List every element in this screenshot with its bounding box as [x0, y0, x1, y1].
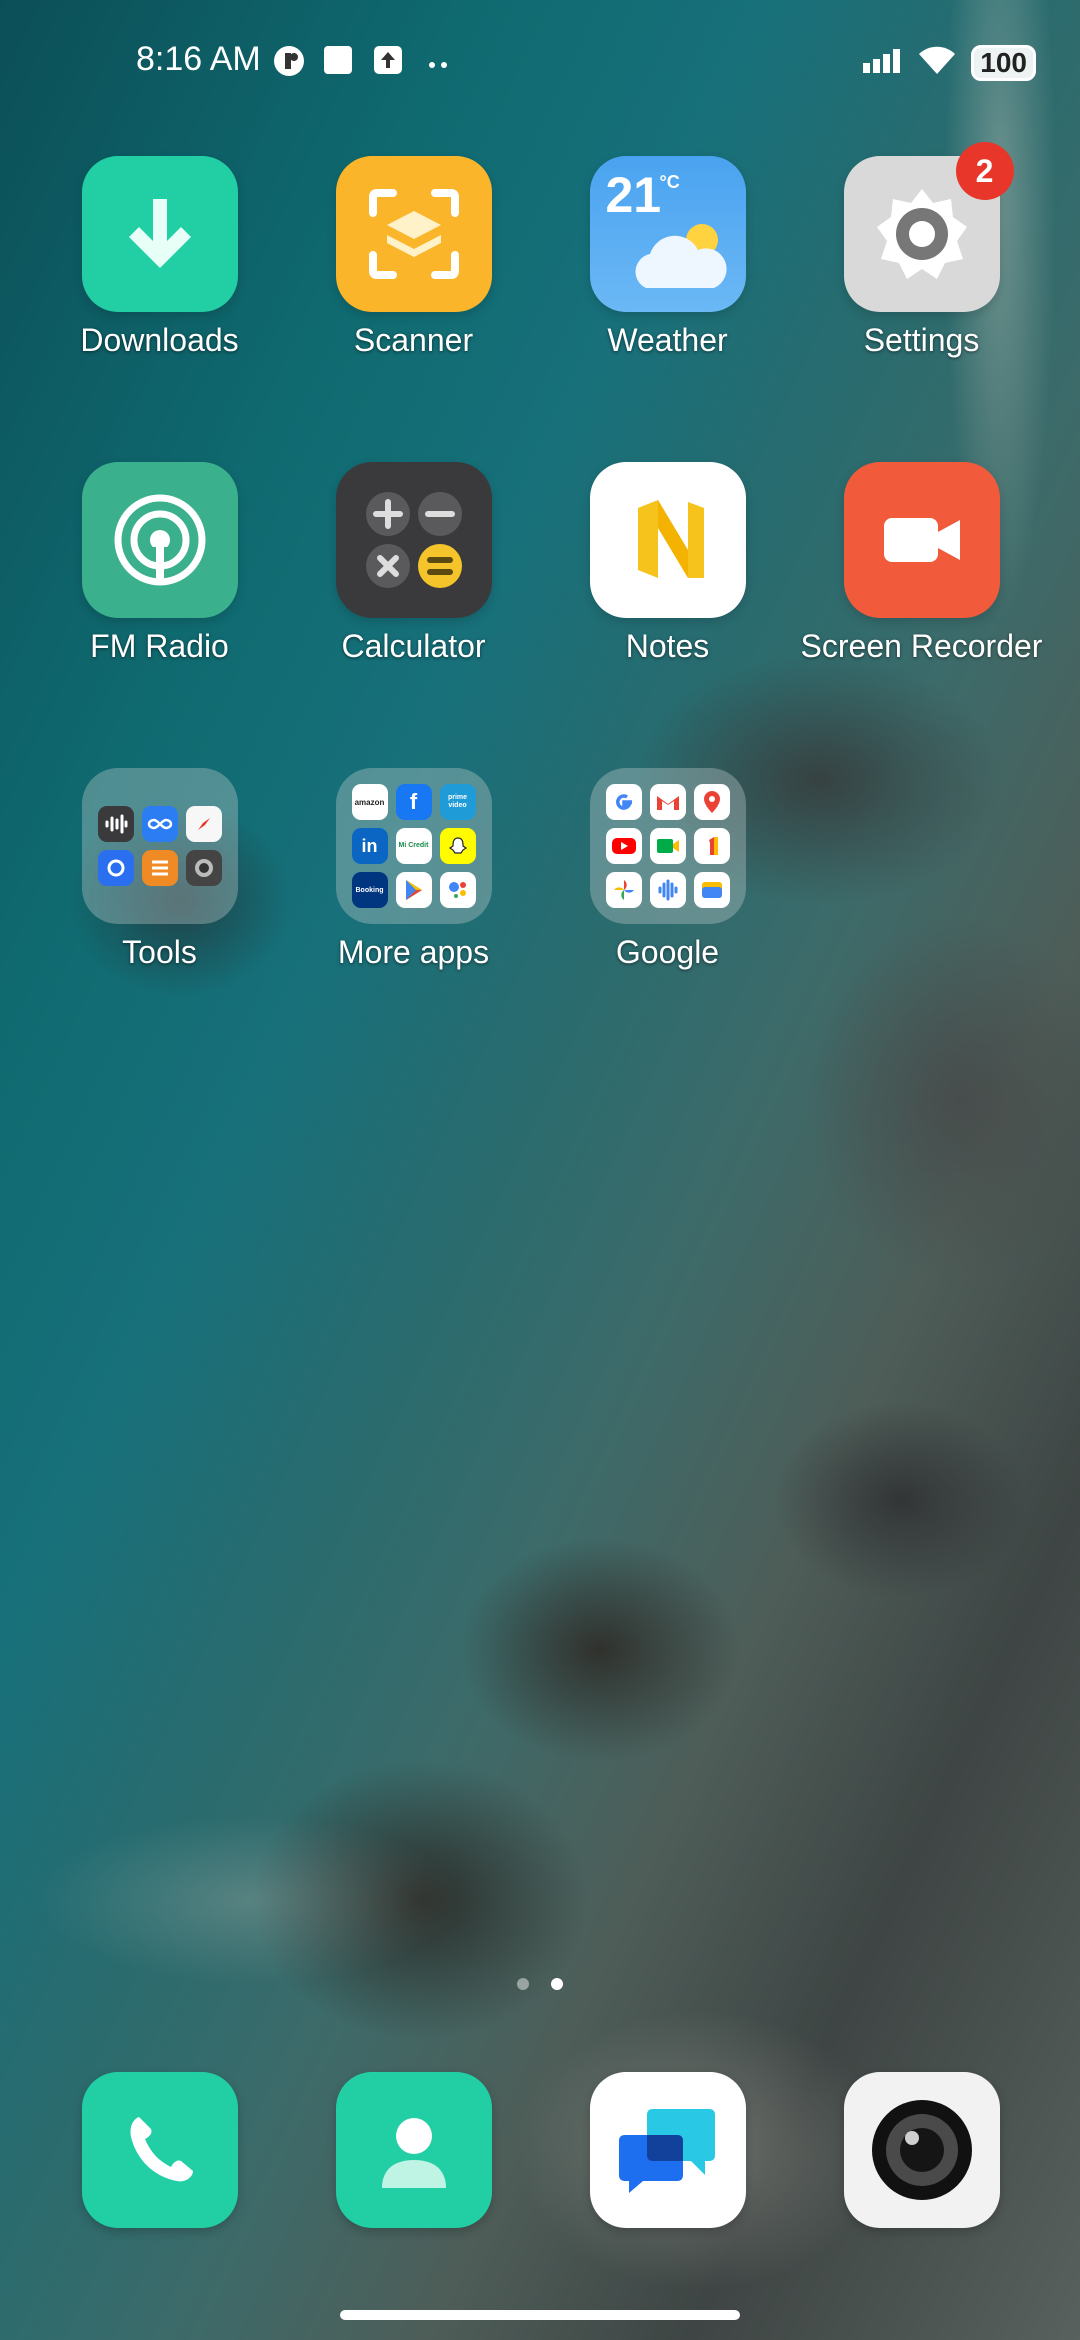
snapchat-mini-icon — [439, 828, 476, 864]
booking-mini-icon: Booking — [351, 872, 388, 908]
wallet-mini-icon — [693, 872, 730, 908]
app-calculator[interactable]: Calculator — [286, 462, 541, 666]
more-dots-icon — [428, 56, 450, 74]
page-dot-active[interactable] — [551, 1978, 563, 1990]
calculator-icon — [335, 462, 492, 618]
compass-mini-icon — [185, 806, 222, 842]
status-right: 100 — [863, 44, 1036, 81]
dock-messages[interactable] — [590, 2072, 746, 2228]
screen-recorder-icon — [843, 462, 1000, 618]
contacts-icon — [382, 2118, 446, 2188]
app-label: FM Radio — [90, 628, 229, 664]
status-time: 8:16 AM — [136, 40, 261, 78]
app-label: Downloads — [80, 322, 239, 358]
app-weather[interactable]: 21 °C Weather — [540, 156, 795, 360]
phone-icon — [130, 2117, 193, 2182]
more-apps-folder-icon: amazon f prime video in Mi Credit Bookin… — [335, 768, 492, 924]
app-label: Settings — [863, 322, 980, 358]
prime-video-mini-icon: prime video — [439, 784, 476, 820]
sound-recorder-mini-icon — [97, 806, 134, 842]
dock-camera[interactable] — [844, 2072, 1000, 2228]
settings-badge: 2 — [955, 142, 1014, 200]
folder-more-apps[interactable]: amazon f prime video in Mi Credit Bookin… — [286, 768, 541, 972]
google-mini-icon — [605, 784, 642, 820]
dock-contacts[interactable] — [336, 2072, 492, 2228]
folder-google[interactable]: Google — [540, 768, 795, 972]
amazon-mini-icon: amazon — [351, 784, 388, 820]
app-downloads[interactable]: Downloads — [32, 156, 287, 360]
app-label: Google — [615, 934, 720, 970]
square-icon — [322, 44, 354, 81]
weather-unit: °C — [659, 172, 680, 192]
list-mini-icon — [141, 850, 178, 886]
app-fm-radio[interactable]: FM Radio — [32, 462, 287, 666]
dock-phone[interactable] — [82, 2072, 238, 2228]
tools-folder-icon — [81, 768, 238, 924]
notes-icon — [589, 462, 746, 618]
google-folder-icon — [589, 768, 746, 924]
linkedin-mini-icon: in — [351, 828, 388, 864]
assistant-mini-icon — [439, 872, 476, 908]
home-indicator[interactable] — [340, 2310, 740, 2320]
status-bar: 8:16 AM 100 — [0, 0, 1080, 124]
fm-radio-icon — [81, 462, 238, 618]
app-scanner[interactable]: Scanner — [286, 156, 541, 360]
messages-icon — [619, 2109, 715, 2193]
settings-icon: 2 — [843, 142, 1014, 312]
refresh-mini-icon — [97, 850, 134, 886]
mi-credit-mini-icon: Mi Credit — [395, 828, 432, 864]
notification-app-icon — [272, 44, 306, 83]
app-screen-recorder[interactable]: Screen Recorder — [794, 462, 1049, 666]
wifi-icon — [917, 44, 957, 81]
app-label: Tools — [122, 934, 197, 970]
weather-temp: 21 — [605, 167, 662, 223]
weather-icon: 21 °C — [589, 156, 746, 312]
page-indicator — [0, 1978, 1080, 1990]
maps-mini-icon — [693, 784, 730, 820]
one-mini-icon — [693, 828, 730, 864]
signal-icon — [863, 47, 903, 78]
camera-lens-mini-icon — [185, 850, 222, 886]
youtube-mini-icon — [605, 828, 642, 864]
meet-mini-icon — [649, 828, 686, 864]
battery-indicator: 100 — [971, 44, 1036, 81]
app-label: Notes — [625, 628, 710, 664]
photos-mini-icon — [605, 872, 642, 908]
gmail-mini-icon — [649, 784, 686, 820]
page-dot[interactable] — [517, 1978, 529, 1990]
infinity-mini-icon — [141, 806, 178, 842]
upload-icon — [372, 44, 404, 81]
app-label: Calculator — [341, 628, 486, 664]
scanner-icon — [335, 156, 492, 312]
downloads-icon — [81, 156, 238, 312]
app-label: Weather — [607, 322, 728, 358]
app-label: Screen Recorder — [800, 628, 1043, 664]
folder-tools[interactable]: Tools — [32, 768, 287, 972]
app-notes[interactable]: Notes — [540, 462, 795, 666]
play-store-mini-icon — [395, 872, 432, 908]
app-label: Scanner — [353, 322, 474, 358]
app-settings[interactable]: 2 Settings — [794, 142, 1049, 360]
app-label: More apps — [337, 934, 490, 970]
podcasts-mini-icon — [649, 872, 686, 908]
facebook-mini-icon: f — [395, 784, 432, 820]
camera-icon — [872, 2100, 972, 2200]
